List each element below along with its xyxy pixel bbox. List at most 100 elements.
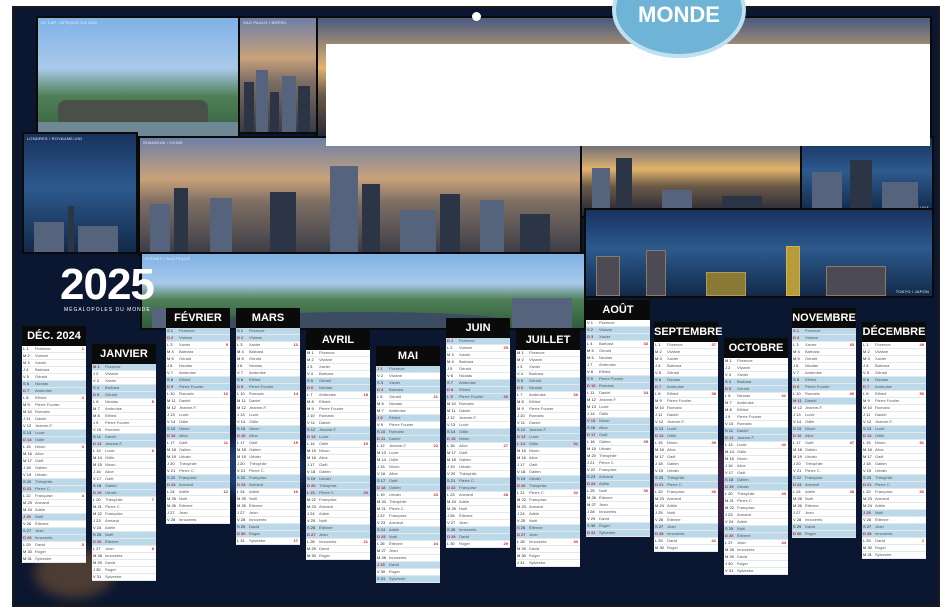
day-row: M 9 Pierre Fourier	[862, 398, 926, 405]
day-number: S 27	[23, 528, 32, 533]
saint-name: Sylvestre	[105, 574, 122, 579]
day-row: V 27 Jean	[446, 520, 510, 527]
saint-name: Ambroise	[875, 384, 892, 389]
saint-name: Odile	[389, 457, 399, 462]
saint-name: Roger	[105, 567, 116, 572]
day-number: S 4	[93, 385, 100, 390]
day-row: L 17 Gaël 11	[166, 440, 230, 447]
day-row: J 22 Françoise	[376, 513, 440, 520]
day-row: M 19 Urbain	[792, 454, 856, 461]
day-number: M 28	[725, 547, 734, 552]
saint-name: Étienne	[529, 525, 543, 530]
day-row: V 19 Urbain	[22, 472, 86, 479]
saint-name: Viviane	[667, 349, 681, 354]
day-row: M 4 Barbara	[166, 349, 230, 356]
day-row: M 18 Gatien	[792, 447, 856, 454]
day-number: D 19	[93, 490, 102, 495]
day-row: L 10 Romaric 10	[166, 391, 230, 398]
saint-name: Jean	[667, 524, 676, 529]
saint-name: Pierre C.	[737, 498, 753, 503]
day-row: D 28 Innocents	[654, 531, 718, 538]
saint-name: Urbain	[179, 454, 191, 459]
day-row: V 26 Étienne	[654, 517, 718, 524]
day-number: S 4	[725, 379, 732, 384]
day-number: L 14	[307, 441, 315, 446]
saint-name: Ninon	[105, 462, 116, 467]
day-number: S 18	[725, 477, 734, 482]
day-row: D 6 Nicolas	[516, 385, 580, 392]
day-row: V 28 Innocents	[236, 517, 300, 524]
day-row: D 29 David	[446, 534, 510, 541]
day-number: M 20	[587, 453, 596, 458]
saint-name: Viviane	[179, 335, 193, 340]
saint-name: Barbara	[459, 359, 474, 364]
day-row: M 21 Pierre C.	[92, 504, 156, 511]
day-row: S 6 Nicolas	[22, 381, 86, 388]
day-number: J 2	[725, 365, 731, 370]
day-row: D 5 Gérald	[92, 392, 156, 399]
saint-name: Adèle	[179, 489, 190, 494]
day-row: L 6 Nicolas 5	[92, 399, 156, 406]
day-row: L 28 Innocents 33	[516, 539, 580, 546]
saint-name: Romaric	[249, 391, 264, 396]
day-number: L 28	[517, 539, 525, 544]
day-row: L 28 Innocents 21	[306, 539, 370, 546]
day-number: D 31	[587, 530, 596, 535]
saint-name: Roger	[319, 553, 330, 558]
saint-name: Gatien	[319, 469, 331, 474]
day-row: J 4 Barbara	[22, 367, 86, 374]
day-number: S 2	[587, 327, 594, 332]
day-number: M 18	[793, 447, 802, 452]
day-number: D 14	[863, 433, 872, 438]
day-row: D 12 Jeanne-F.	[92, 441, 156, 448]
week-number: 24	[433, 541, 438, 546]
saint-name: Jean	[529, 532, 538, 537]
month-name: MARS	[236, 308, 300, 328]
day-number: L 3	[793, 342, 799, 347]
day-number: S 20	[23, 479, 32, 484]
day-row: M 15 Ninon	[724, 456, 788, 463]
saint-name: Ninon	[35, 444, 46, 449]
saint-name: Gatien	[667, 461, 679, 466]
day-row: M 19 Urbain	[166, 454, 230, 461]
saint-name: Barbara	[875, 363, 890, 368]
day-row: M 28 Innocents	[376, 555, 440, 562]
day-number: D 14	[655, 433, 664, 438]
saint-name: Théophile	[459, 471, 477, 476]
day-number: M 16	[517, 455, 526, 460]
day-row: L 22 Françoise 40	[654, 489, 718, 496]
saint-name: Lucie	[319, 434, 329, 439]
day-row: M 3 Xavier	[862, 356, 926, 363]
day-number: M 9	[863, 398, 870, 403]
week-number: 50	[919, 391, 924, 396]
saint-name: Lucie	[737, 442, 747, 447]
day-row: S 7 Ambroise	[446, 380, 510, 387]
day-row: L 24 Adèle 12	[166, 489, 230, 496]
saint-name: Noël	[805, 496, 814, 501]
saint-name: Urbain	[529, 476, 541, 481]
week-number: 10	[223, 391, 228, 396]
saint-name: Elfried	[459, 387, 471, 392]
day-number: M 5	[237, 356, 244, 361]
day-row: D 1 Florence	[446, 338, 510, 345]
saint-name: Jeanne-F.	[805, 405, 823, 410]
day-number: L 18	[587, 439, 595, 444]
saint-name: Ninon	[667, 440, 678, 445]
saint-name: Pierre C.	[875, 482, 891, 487]
saint-name: Pierre C.	[105, 504, 121, 509]
saint-name: Innocents	[389, 555, 407, 560]
day-row: M 23 Armand	[862, 496, 926, 503]
day-row: S 31 Sylvestre	[376, 576, 440, 583]
saint-name: Viviane	[35, 353, 49, 358]
saint-name: Noël	[179, 496, 188, 501]
day-number: V 4	[517, 371, 524, 376]
day-row: L 31 Sylvestre 17	[236, 538, 300, 545]
day-number: M 29	[93, 560, 102, 565]
day-row: V 19 Urbain	[862, 468, 926, 475]
saint-name: Romaric	[35, 409, 50, 414]
day-number: L 20	[93, 497, 101, 502]
saint-name: Françoise	[737, 505, 755, 510]
saint-name: Xavier	[105, 378, 117, 383]
day-number: M 23	[655, 496, 664, 501]
day-number: V 21	[237, 468, 246, 473]
